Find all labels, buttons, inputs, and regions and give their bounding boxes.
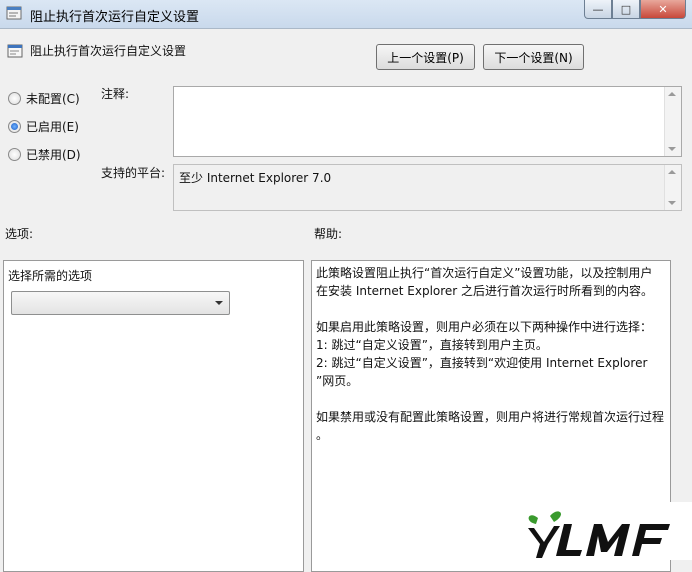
radio-enabled[interactable]: 已启用(E) <box>8 118 79 135</box>
scroll-up-icon[interactable] <box>668 92 676 96</box>
radio-button[interactable] <box>8 92 21 105</box>
help-text: 此策略设置阻止执行“首次运行自定义”设置功能，以及控制用户 在安装 Intern… <box>316 264 668 444</box>
platform-value: 至少 Internet Explorer 7.0 <box>179 171 332 185</box>
help-line: ”网页。 <box>316 374 359 388</box>
help-line: 此策略设置阻止执行“首次运行自定义”设置功能，以及控制用户 <box>316 266 653 280</box>
comment-textarea[interactable] <box>173 86 682 157</box>
comment-label: 注释: <box>101 87 130 101</box>
options-label: 选项: <box>5 227 34 241</box>
window-titlebar: 阻止执行首次运行自定义设置 — □ ✕ <box>0 0 692 29</box>
radio-button[interactable] <box>8 148 21 161</box>
setting-title: 阻止执行首次运行自定义设置 <box>30 44 187 58</box>
help-label: 帮助: <box>314 227 343 241</box>
ylmf-watermark-logo <box>520 502 692 560</box>
help-line: 2: 跳过“自定义设置”，直接转到“欢迎使用 Internet Explorer <box>316 356 648 370</box>
options-panel: 选择所需的选项 <box>3 260 304 572</box>
scroll-up-icon[interactable] <box>668 170 676 174</box>
platform-scrollbar[interactable] <box>664 165 681 210</box>
help-line: 。 <box>316 428 329 442</box>
radio-not-configured[interactable]: 未配置(C) <box>8 90 80 107</box>
radio-label: 已启用(E) <box>26 120 79 134</box>
dropdown-arrow-icon[interactable] <box>215 301 223 305</box>
radio-disabled[interactable]: 已禁用(D) <box>8 146 81 163</box>
help-line: 1: 跳过“自定义设置”，直接转到用户主页。 <box>316 338 548 352</box>
next-setting-button[interactable]: 下一个设置(N) <box>483 44 584 70</box>
window-controls: — □ ✕ <box>584 0 686 20</box>
window-title: 阻止执行首次运行自定义设置 <box>30 10 200 25</box>
previous-setting-button[interactable]: 上一个设置(P) <box>376 44 475 70</box>
close-button[interactable]: ✕ <box>640 0 686 19</box>
help-line: 在安装 Internet Explorer 之后进行首次运行时所看到的内容。 <box>316 284 654 298</box>
help-line: 如果启用此策略设置，则用户必须在以下两种操作中进行选择： <box>316 320 653 334</box>
minimize-button[interactable]: — <box>584 0 612 19</box>
options-dropdown[interactable] <box>11 291 230 315</box>
radio-button-selected[interactable] <box>8 120 21 133</box>
scroll-down-icon[interactable] <box>668 201 676 205</box>
platform-label: 支持的平台: <box>101 166 166 180</box>
policy-setting-icon <box>7 44 23 58</box>
maximize-button[interactable]: □ <box>612 0 640 19</box>
scroll-down-icon[interactable] <box>668 147 676 151</box>
platform-field: 至少 Internet Explorer 7.0 <box>173 164 682 211</box>
radio-label: 未配置(C) <box>26 92 80 106</box>
radio-label: 已禁用(D) <box>26 148 81 162</box>
help-line: 如果禁用或没有配置此策略设置，则用户将进行常规首次运行过程 <box>316 410 665 424</box>
policy-window-icon <box>6 6 22 20</box>
comment-scrollbar[interactable] <box>664 87 681 156</box>
select-option-label: 选择所需的选项 <box>8 269 93 283</box>
